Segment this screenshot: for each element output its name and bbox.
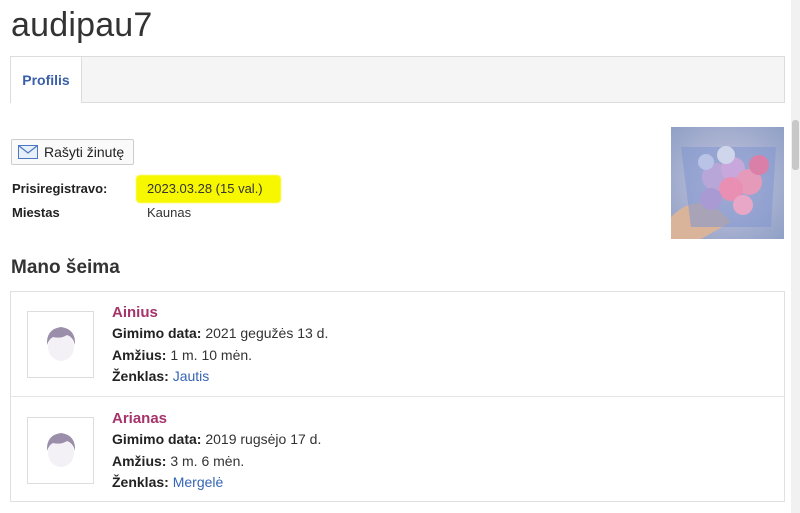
tab-bar: Profilis: [10, 56, 785, 103]
family-list: Ainius Gimimo data: 2021 gegužės 13 d. A…: [10, 291, 785, 502]
sign-label: Ženklas:: [112, 474, 169, 490]
page-scrollbar[interactable]: [791, 0, 800, 513]
child-sign-line: Ženklas: Jautis: [112, 368, 209, 384]
age-value: 3 m. 6 mėn.: [170, 453, 245, 469]
child-age-line: Amžius: 3 m. 6 mėn.: [112, 453, 244, 469]
birth-label: Gimimo data:: [112, 325, 202, 341]
child-avatar[interactable]: [27, 311, 94, 378]
child-sign-line: Ženklas: Mergelė: [112, 474, 223, 490]
child-name[interactable]: Arianas: [112, 410, 167, 427]
age-label: Amžius:: [112, 453, 167, 469]
city-label: Miestas: [12, 205, 60, 220]
registered-value: 2023.03.28 (15 val.): [147, 181, 263, 196]
birth-value: 2021 gegužės 13 d.: [205, 325, 329, 341]
birth-value: 2019 rugsėjo 17 d.: [205, 431, 322, 447]
sign-label: Ženklas:: [112, 368, 169, 384]
write-message-button[interactable]: Rašyti žinutę: [11, 139, 134, 165]
profile-photo[interactable]: [671, 127, 784, 239]
divider: [11, 396, 784, 397]
scrollbar-thumb[interactable]: [792, 120, 799, 170]
age-value: 1 m. 10 mėn.: [170, 347, 253, 363]
child-avatar[interactable]: [27, 417, 94, 484]
registered-label: Prisiregistravo:: [12, 181, 108, 196]
child-age-line: Amžius: 1 m. 10 mėn.: [112, 347, 252, 363]
sign-link[interactable]: Jautis: [173, 368, 210, 384]
age-label: Amžius:: [112, 347, 167, 363]
default-avatar-icon: [43, 429, 79, 472]
birth-label: Gimimo data:: [112, 431, 202, 447]
city-value: Kaunas: [147, 205, 192, 220]
page-title: audipau7: [11, 6, 153, 44]
child-name[interactable]: Ainius: [112, 304, 158, 321]
child-birth-line: Gimimo data: 2019 rugsėjo 17 d.: [112, 431, 321, 447]
write-message-label: Rašyti žinutę: [44, 144, 125, 160]
mail-icon: [18, 145, 38, 159]
child-birth-line: Gimimo data: 2021 gegužės 13 d.: [112, 325, 328, 341]
default-avatar-icon: [43, 323, 79, 366]
tab-profilis[interactable]: Profilis: [11, 57, 82, 103]
sign-link[interactable]: Mergelė: [173, 474, 224, 490]
family-section-title: Mano šeima: [11, 257, 120, 278]
